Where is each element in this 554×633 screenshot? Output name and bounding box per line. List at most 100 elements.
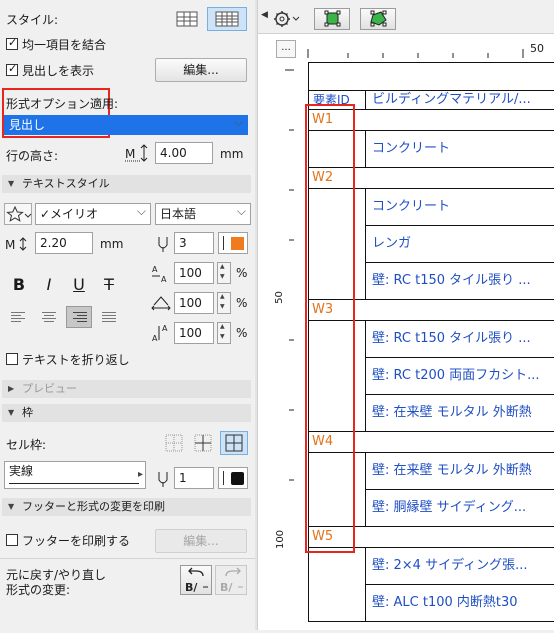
frame-all-icon[interactable]	[220, 431, 248, 455]
show-header-label: 見出しを表示	[22, 64, 95, 78]
expand-triangle-icon: ▼	[8, 408, 15, 417]
svg-text:A: A	[161, 275, 167, 284]
preview-section[interactable]: ▶ プレビュー	[2, 380, 251, 398]
merge-label: 均一項目を結合	[22, 38, 107, 52]
material-cell: 壁: RC t150 タイル張り ...	[365, 320, 554, 358]
cell-frame-label: セル枠:	[6, 438, 47, 452]
id-cell	[308, 547, 366, 622]
line-type-value: 実線	[9, 464, 34, 478]
align-center-icon[interactable]	[36, 306, 62, 328]
italic-button[interactable]: I	[38, 275, 60, 297]
font-select[interactable]: ✓メイリオ	[35, 203, 151, 225]
material-cell: 壁: 在来壁 モルタル 外断熱	[365, 394, 554, 432]
underline-button[interactable]: U	[68, 275, 90, 297]
char-spacing-unit: %	[236, 296, 248, 310]
row-height-input[interactable]: 4.00	[155, 142, 213, 164]
frame-section[interactable]: ▼ 枠	[2, 404, 251, 422]
font-size-input[interactable]: 2.20	[35, 232, 93, 254]
char-width-spinner[interactable]	[217, 262, 231, 284]
preview-section-label: プレビュー	[22, 382, 77, 395]
svg-text:A: A	[152, 334, 158, 343]
row-height-unit: mm	[220, 147, 244, 161]
align-left-icon[interactable]	[6, 306, 32, 328]
font-size-icon: M	[4, 233, 30, 255]
frame-section-label: 枠	[22, 406, 33, 419]
format-apply-select[interactable]: 見出し	[4, 115, 248, 135]
material-cell: レンガ	[365, 225, 554, 263]
material-cell: 壁: RC t150 タイル張り ...	[365, 262, 554, 300]
frame-pen-input[interactable]: 1	[174, 467, 214, 489]
expand-triangle-icon: ▼	[8, 179, 15, 188]
print-footer-checkbox[interactable]	[6, 534, 18, 546]
svg-text:M: M	[125, 147, 135, 161]
svg-text:B/: B/	[220, 581, 233, 594]
redo-format-button[interactable]: B/	[215, 565, 247, 595]
collapse-triangle-icon: ▶	[8, 384, 15, 393]
style-label: スタイル:	[6, 13, 59, 27]
merge-checkbox[interactable]	[6, 36, 18, 50]
highlight-id-column	[305, 104, 355, 553]
svg-text:A: A	[162, 324, 168, 333]
undo-format-button[interactable]: B/	[180, 565, 212, 595]
table-style-grid-icon[interactable]	[207, 7, 247, 31]
line-type-select[interactable]: 実線 ▸	[4, 461, 146, 489]
chevron-right-icon: ▸	[137, 469, 143, 480]
material-cell: 壁: 在来壁 モルタル 外断熱	[365, 452, 554, 490]
char-width-unit: %	[236, 266, 248, 280]
header-material-cell: ビルディングマテリアル/...	[365, 90, 554, 110]
align-right-icon[interactable]	[66, 306, 92, 328]
text-pen-color-swatch[interactable]	[218, 232, 248, 254]
frame-inner-icon[interactable]	[192, 432, 214, 454]
print-section[interactable]: ▼ フッターと形式の変更を印刷	[2, 498, 251, 516]
undo-label-line2: 形式の変更:	[6, 583, 71, 597]
line-spacing-input[interactable]: 100	[174, 322, 214, 344]
schedule-preview: ◀ ... 50 50 100 要素ID ビルディングマテリアル/... W1 …	[257, 0, 554, 630]
char-spacing-input[interactable]: 100	[174, 292, 214, 314]
frame-pen-icon	[156, 468, 170, 490]
svg-text:M: M	[5, 238, 15, 252]
print-section-label: フッターと形式の変更を印刷	[22, 500, 165, 513]
bold-button[interactable]: B	[8, 275, 30, 297]
line-spacing-icon: AA	[150, 322, 172, 344]
char-width-input[interactable]: 100	[174, 262, 214, 284]
frame-none-icon[interactable]	[163, 432, 185, 454]
show-header-checkbox[interactable]	[6, 62, 18, 76]
print-footer-label: フッターを印刷する	[22, 534, 131, 548]
align-justify-icon[interactable]	[96, 306, 122, 328]
material-cell: 壁: 胴縁壁 サイディング...	[365, 489, 554, 527]
char-width-icon: AA	[150, 262, 172, 284]
material-cell: 壁: RC t200 両面フカシト...	[365, 357, 554, 395]
svg-text:A: A	[152, 265, 158, 274]
svg-text:B/: B/	[185, 581, 198, 594]
edit-footer-button[interactable]: 編集...	[155, 529, 247, 553]
row-height-label: 行の高さ:	[6, 149, 59, 163]
language-select[interactable]: 日本語	[155, 203, 251, 225]
text-pen-input[interactable]: 3	[174, 232, 214, 254]
material-cell: 壁: ALC t100 内断熱t30	[365, 584, 554, 622]
wrap-text-checkbox[interactable]	[6, 353, 18, 365]
line-spacing-spinner[interactable]	[217, 322, 231, 344]
text-style-section-label: テキストスタイル	[22, 177, 110, 190]
format-apply-label: 形式オプション適用:	[6, 97, 119, 111]
solid-line-preview	[9, 483, 139, 484]
black-swatch	[231, 472, 244, 485]
text-style-section[interactable]: ▼ テキストスタイル	[2, 175, 251, 193]
line-spacing-unit: %	[236, 326, 248, 340]
row-height-icon: M	[124, 142, 150, 164]
material-cell: 壁: 2×4 サイディング張...	[365, 547, 554, 585]
table-top-border	[308, 62, 554, 90]
divider	[0, 558, 255, 559]
edit-button[interactable]: 編集...	[155, 58, 247, 82]
pen-icon	[156, 233, 170, 255]
frame-pen-color-swatch[interactable]	[218, 467, 248, 489]
expand-triangle-icon: ▼	[8, 502, 15, 511]
orange-swatch	[231, 237, 244, 250]
char-spacing-icon	[150, 292, 172, 314]
strikethrough-button[interactable]: T	[98, 275, 120, 297]
font-size-unit: mm	[100, 237, 124, 251]
char-spacing-spinner[interactable]	[217, 292, 231, 314]
wrap-text-label: テキストを折り返し	[22, 353, 130, 367]
table-style-plain-icon[interactable]	[172, 8, 202, 30]
favorites-star-icon[interactable]	[4, 203, 32, 225]
material-cell: コンクリート	[365, 188, 554, 226]
